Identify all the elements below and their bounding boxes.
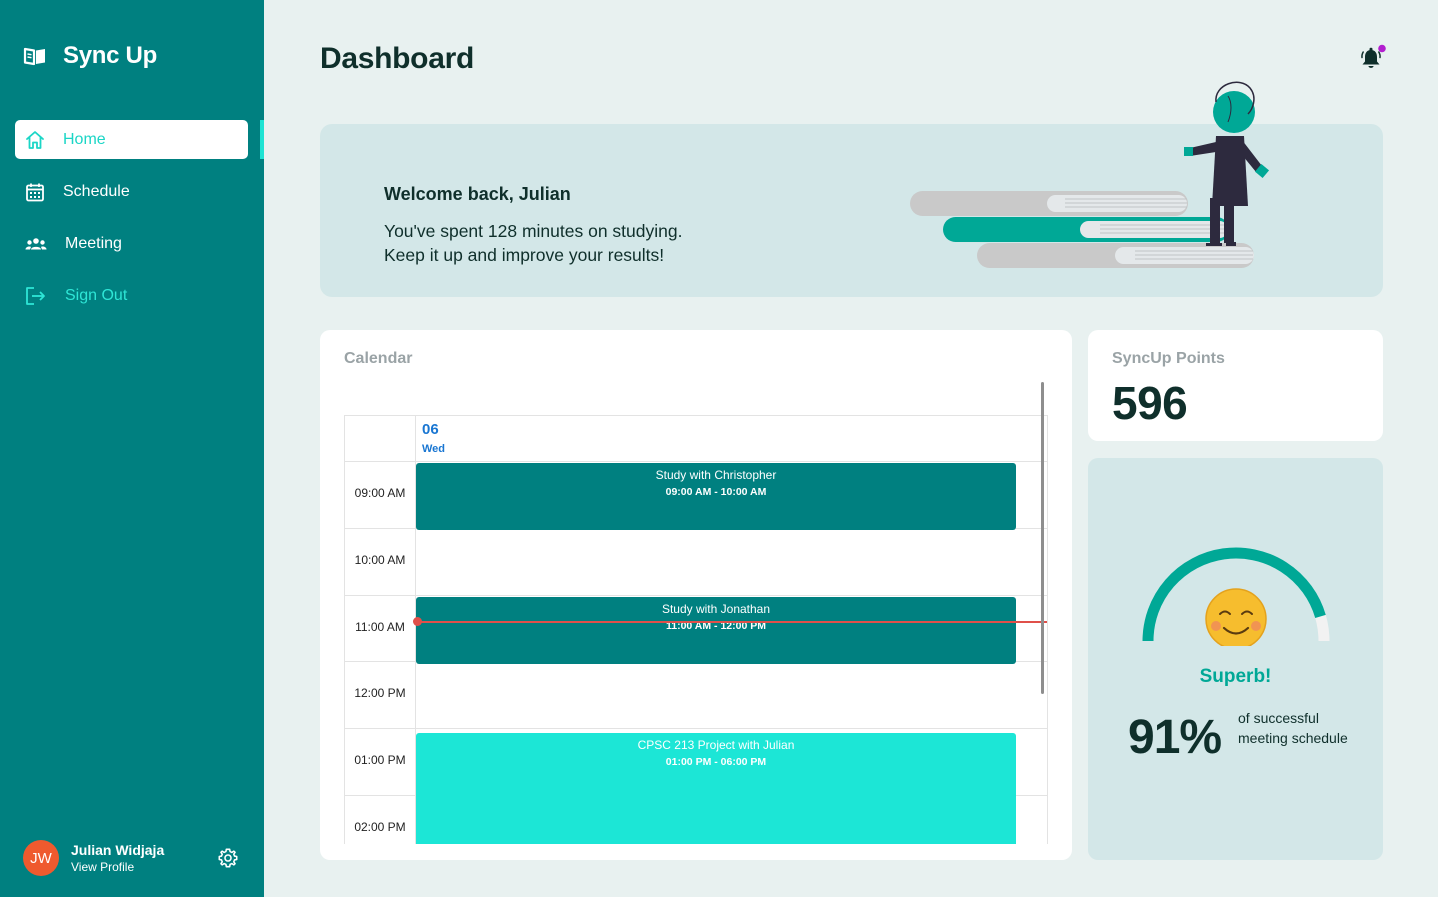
day-name: Wed bbox=[422, 443, 446, 455]
sidebar-item-label: Schedule bbox=[63, 182, 130, 200]
sidebar-item-meeting[interactable]: Meeting bbox=[15, 224, 248, 263]
hour-label: 10:00 AM bbox=[354, 553, 406, 567]
points-value: 596 bbox=[1112, 377, 1188, 429]
welcome-message: You've spent 128 minutes on studying. Ke… bbox=[384, 219, 682, 267]
calendar-title: Calendar bbox=[344, 350, 413, 367]
student-on-books-illustration bbox=[910, 81, 1270, 268]
active-indicator bbox=[260, 120, 264, 159]
sidebar-item-label: Home bbox=[63, 130, 106, 148]
notification-bell-icon[interactable] bbox=[1358, 44, 1386, 72]
calendar-event[interactable]: CPSC 213 Project with Julian 01:00 PM - … bbox=[416, 733, 1016, 844]
welcome-title: Welcome back, Julian bbox=[384, 184, 571, 204]
user-profile: JW Julian Widjaja View Profile bbox=[23, 840, 243, 876]
current-time-dot bbox=[413, 617, 422, 626]
hour-label: 02:00 PM bbox=[354, 820, 406, 834]
sidebar-item-label: Meeting bbox=[65, 234, 122, 252]
sidebar-item-sign-out[interactable]: Sign Out bbox=[15, 276, 248, 315]
sidebar-item-label: Sign Out bbox=[65, 286, 128, 304]
sidebar-item-schedule[interactable]: Schedule bbox=[15, 172, 248, 211]
smiley-face-icon bbox=[1205, 588, 1267, 646]
success-description: of successful meeting schedule bbox=[1238, 710, 1348, 746]
day-number: 06 bbox=[422, 421, 439, 438]
hour-label: 12:00 PM bbox=[354, 686, 406, 700]
meeting-score-card: Superb! 91% of successful meeting schedu… bbox=[1088, 458, 1383, 860]
calendar-scrollbar[interactable] bbox=[1041, 382, 1044, 694]
calendar-event[interactable]: Study with Christopher 09:00 AM - 10:00 … bbox=[416, 463, 1016, 530]
sidebar: Sync Up Home Schedule Meeting Sign Out J… bbox=[0, 0, 264, 897]
sidebar-nav: Home Schedule Meeting Sign Out bbox=[15, 120, 248, 328]
success-percent: 91% bbox=[1128, 711, 1222, 764]
home-icon bbox=[26, 130, 44, 149]
brand[interactable]: Sync Up bbox=[23, 42, 157, 70]
event-time: 09:00 AM - 10:00 AM bbox=[665, 486, 767, 498]
current-time-line bbox=[416, 621, 1047, 623]
people-icon bbox=[25, 237, 47, 249]
sign-out-icon bbox=[26, 286, 45, 305]
hour-label: 01:00 PM bbox=[354, 753, 406, 767]
score-rating: Superb! bbox=[1199, 666, 1272, 687]
welcome-line-2: Keep it up and improve your results! bbox=[384, 245, 665, 265]
event-title: CPSC 213 Project with Julian bbox=[637, 738, 795, 752]
hour-row: 10:00 AM bbox=[345, 528, 1047, 596]
calendar-icon bbox=[26, 183, 44, 201]
calendar-grid[interactable]: 06 Wed 09:00 AM 10:00 AM 11:00 AM 12:00 … bbox=[344, 415, 1048, 844]
avatar[interactable]: JW bbox=[23, 840, 59, 876]
hour-label: 11:00 AM bbox=[355, 620, 405, 634]
time-slot[interactable] bbox=[415, 529, 1047, 596]
view-profile-link[interactable]: View Profile bbox=[71, 859, 164, 875]
event-time: 01:00 PM - 06:00 PM bbox=[665, 756, 767, 768]
day-header[interactable]: 06 Wed bbox=[415, 416, 1047, 461]
profile-name: Julian Widjaja bbox=[71, 842, 165, 858]
sidebar-item-home[interactable]: Home bbox=[15, 120, 248, 159]
hour-label: 09:00 AM bbox=[354, 486, 406, 500]
calendar-event[interactable]: Study with Jonathan 11:00 AM - 12:00 PM bbox=[416, 597, 1016, 664]
page-title: Dashboard bbox=[320, 42, 474, 75]
points-title: SyncUp Points bbox=[1112, 350, 1225, 367]
hour-row: 12:00 PM bbox=[345, 661, 1047, 729]
time-slot[interactable] bbox=[415, 662, 1047, 729]
app-name: Sync Up bbox=[63, 42, 157, 69]
gear-icon[interactable] bbox=[217, 847, 239, 869]
points-card: SyncUp Points 596 bbox=[1088, 330, 1383, 441]
event-title: Study with Christopher bbox=[655, 468, 777, 482]
success-gauge bbox=[1142, 547, 1330, 646]
welcome-banner: Welcome back, Julian You've spent 128 mi… bbox=[320, 81, 1383, 297]
calendar-card: Calendar 06 Wed 09:00 AM 10:00 AM 11:00 … bbox=[320, 330, 1072, 860]
book-icon bbox=[23, 47, 45, 66]
welcome-line-1: You've spent 128 minutes on studying. bbox=[384, 221, 683, 241]
event-title: Study with Jonathan bbox=[661, 602, 771, 616]
